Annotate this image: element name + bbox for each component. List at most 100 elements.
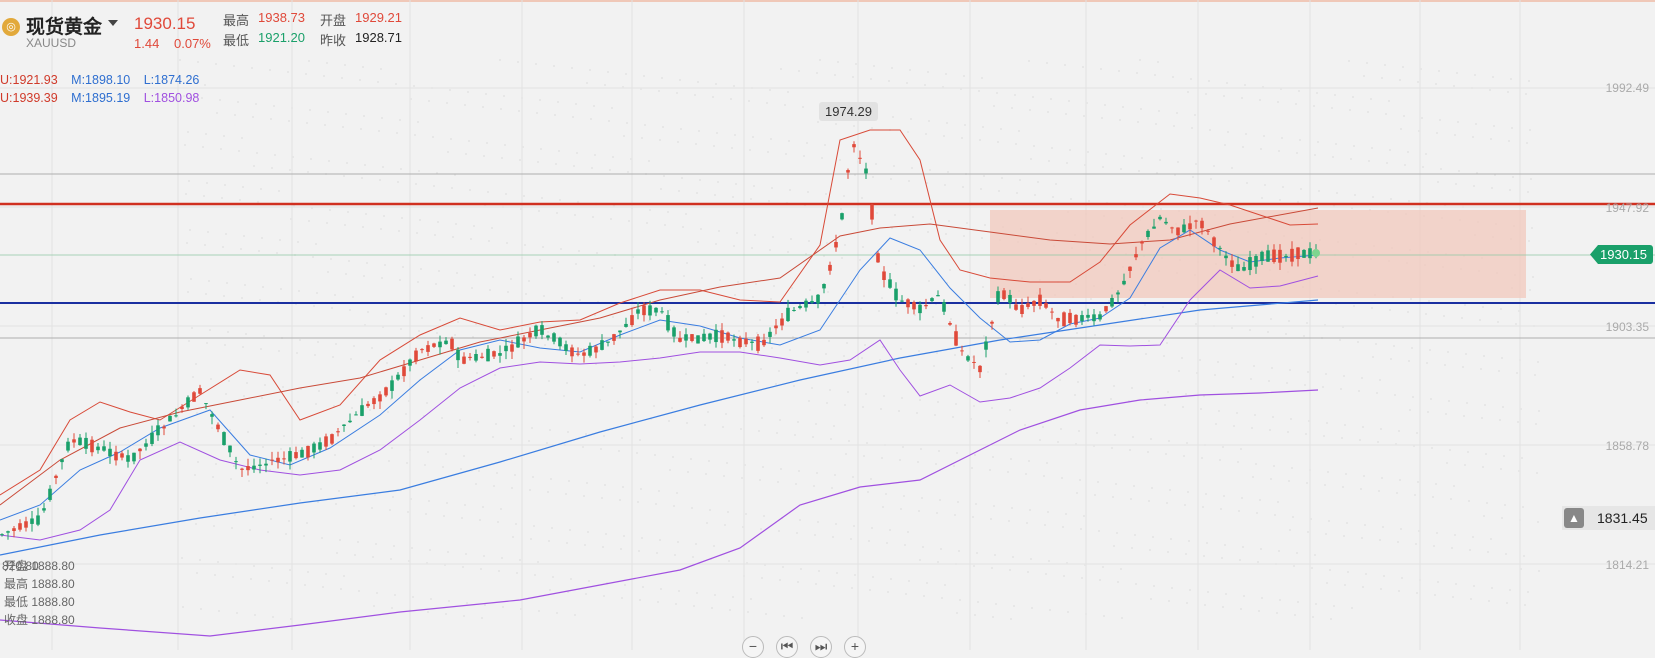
map-dot: [555, 611, 559, 615]
map-dot: [308, 108, 312, 112]
map-dot: [630, 206, 634, 210]
map-dot: [1348, 108, 1352, 112]
map-dot: [1387, 99, 1391, 103]
map-dot: [1067, 99, 1071, 103]
map-dot: [832, 424, 836, 428]
price-chart[interactable]: [0, 0, 1655, 656]
candle-body: [6, 531, 10, 533]
map-dot: [794, 482, 798, 486]
map-dot: [897, 409, 901, 413]
map-dot: [322, 74, 326, 78]
quote-header: ◎ 现货黄金 XAUUSD 1930.15 1.44 0.07% 最高 1938…: [0, 6, 460, 51]
bell-icon[interactable]: ▲: [1564, 508, 1584, 528]
map-dot: [1150, 486, 1154, 490]
candle-body: [1098, 314, 1102, 320]
map-dot: [1418, 578, 1422, 582]
map-dot: [1186, 490, 1190, 494]
candle-body: [0, 534, 4, 536]
map-dot: [670, 406, 674, 410]
map-dot: [1134, 582, 1138, 586]
candle-body: [834, 241, 838, 248]
map-dot: [988, 468, 992, 472]
map-dot: [492, 484, 496, 488]
skip-back-icon[interactable]: ⏮: [776, 636, 798, 658]
map-dot: [1290, 466, 1294, 470]
map-dot: [1531, 275, 1535, 279]
map-dot: [1250, 426, 1254, 430]
map-dot: [227, 379, 231, 383]
map-dot: [1520, 456, 1524, 460]
map-dot: [509, 277, 513, 281]
map-dot: [249, 577, 253, 581]
map-dot: [796, 420, 800, 424]
candle-body: [954, 331, 958, 346]
map-dot: [585, 81, 589, 85]
map-dot: [462, 454, 466, 458]
map-dot: [377, 129, 381, 133]
map-dot: [758, 318, 762, 322]
map-dot: [942, 134, 946, 138]
map-dot: [1169, 537, 1173, 541]
map-dot: [642, 74, 646, 78]
price-alert[interactable]: ▲ 1831.45: [1562, 506, 1655, 530]
chevron-down-icon[interactable]: [108, 20, 118, 26]
map-dot: [1058, 378, 1062, 382]
map-dot: [1000, 176, 1004, 180]
map-dot: [1436, 180, 1440, 184]
map-dot: [217, 609, 221, 613]
candle-body: [72, 439, 76, 443]
map-dot: [790, 286, 794, 290]
map-dot: [1243, 83, 1247, 87]
map-dot: [194, 362, 198, 366]
instrument-title[interactable]: 现货黄金: [26, 12, 102, 39]
candle-body: [324, 436, 328, 447]
map-dot: [342, 174, 346, 178]
map-dot: [1323, 483, 1327, 487]
minus-circle-icon[interactable]: −: [742, 636, 764, 658]
map-dot: [1395, 491, 1399, 495]
map-dot: [499, 107, 503, 111]
map-dot: [187, 179, 191, 183]
map-dot: [479, 567, 483, 571]
candle-body: [900, 300, 904, 302]
map-dot: [1064, 512, 1068, 516]
map-dot: [751, 135, 755, 139]
map-dot: [640, 136, 644, 140]
map-dot: [1314, 602, 1318, 606]
map-dot: [775, 431, 779, 435]
map-dot: [600, 496, 604, 500]
map-dot: [1533, 373, 1537, 377]
map-dot: [1286, 430, 1290, 434]
skip-forward-icon[interactable]: ⏭: [810, 636, 832, 658]
map-dot: [963, 123, 967, 127]
map-dot: [232, 64, 236, 68]
map-dot: [936, 400, 940, 404]
map-dot: [877, 309, 881, 313]
map-dot: [1523, 603, 1527, 607]
map-dot: [590, 166, 594, 170]
plus-circle-icon[interactable]: +: [844, 636, 866, 658]
map-dot: [1081, 65, 1085, 69]
candle-body: [618, 330, 622, 333]
map-dot: [677, 589, 681, 593]
map-dot: [1045, 61, 1049, 65]
map-dot: [593, 153, 597, 157]
map-dot: [1369, 97, 1373, 101]
candle-body: [942, 302, 946, 312]
map-dot: [1279, 87, 1283, 91]
map-dot: [947, 219, 951, 223]
map-dot: [1490, 186, 1494, 190]
map-dot: [836, 60, 840, 64]
map-dot: [556, 260, 560, 264]
map-dot: [712, 544, 716, 548]
map-dot: [475, 371, 479, 375]
map-dot: [1227, 179, 1231, 183]
map-dot: [295, 351, 299, 355]
candle-body: [798, 306, 802, 309]
map-dot: [825, 241, 829, 245]
candle-body: [438, 341, 442, 348]
map-dot: [511, 535, 515, 539]
map-dot: [990, 566, 994, 570]
map-dot: [1098, 578, 1102, 582]
map-dot: [242, 394, 246, 398]
